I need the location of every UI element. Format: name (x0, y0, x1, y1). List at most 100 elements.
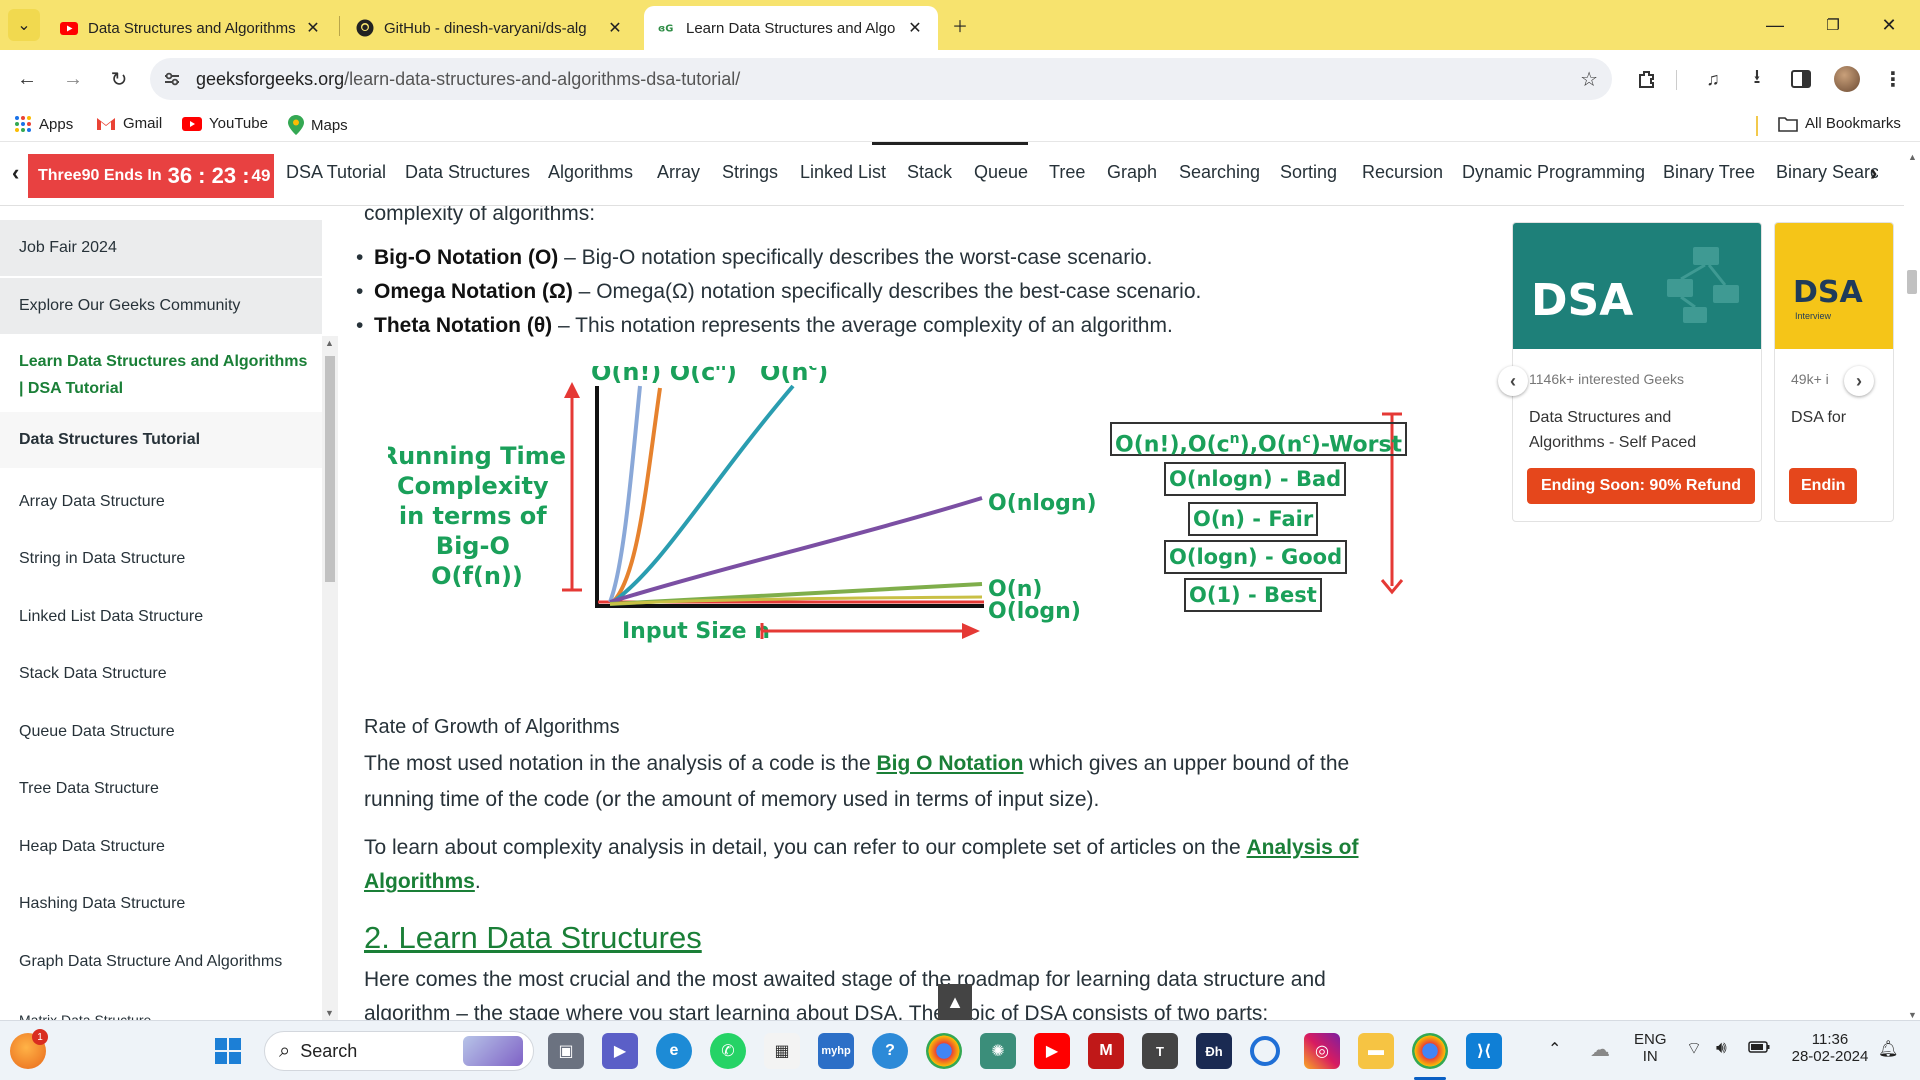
bookmark-maps[interactable]: Maps (288, 115, 348, 135)
nav-scroll-right-icon[interactable]: › (1870, 160, 1877, 186)
extensions-icon[interactable] (1632, 64, 1662, 94)
store-icon[interactable]: ▦ (764, 1033, 800, 1069)
nav-scroll-left-icon[interactable]: ‹ (12, 160, 19, 186)
bookmark-youtube[interactable]: YouTube (182, 115, 268, 132)
file-explorer-icon[interactable]: ▬ (1358, 1033, 1394, 1069)
all-bookmarks-button[interactable]: All Bookmarks (1778, 115, 1901, 132)
sidebar-item-queue[interactable]: Queue Data Structure (0, 704, 322, 760)
nav-item[interactable]: Linked List (800, 162, 886, 183)
clock[interactable]: 11:36 28-02-2024 (1782, 1031, 1878, 1065)
bookmark-star-icon[interactable]: ☆ (1580, 67, 1598, 92)
chrome-profile-icon[interactable] (1412, 1033, 1448, 1069)
nav-item[interactable]: DSA Tutorial (286, 162, 386, 183)
start-windows-icon[interactable] (210, 1033, 246, 1069)
nav-item[interactable]: Array (657, 162, 700, 183)
enroll-button[interactable]: Ending Soon: 90% Refund (1527, 468, 1755, 504)
tab-gfg-active[interactable]: ɞG Learn Data Structures and Algo ✕ (644, 6, 938, 50)
bookmark-gmail[interactable]: Gmail (96, 115, 162, 132)
sidebar-item-data-structures-tutorial[interactable]: Data Structures Tutorial (0, 412, 322, 468)
page-scroll-down-icon[interactable]: ▼ (1908, 1010, 1917, 1020)
sidebar-item-array[interactable]: Array Data Structure (0, 474, 322, 530)
nav-item[interactable]: Tree (1049, 162, 1085, 183)
nav-item[interactable]: Strings (722, 162, 778, 183)
sidebar-item-heap[interactable]: Heap Data Structure (0, 819, 322, 875)
cortana-icon[interactable] (1250, 1036, 1280, 1066)
menu-kebab-icon[interactable]: ⋮ (1878, 64, 1908, 94)
myhp-icon[interactable]: myhp (818, 1033, 854, 1069)
notification-bell-icon[interactable]: 🔔︎ (1878, 1039, 1898, 1059)
page-scroll-up-icon[interactable]: ▲ (1908, 152, 1917, 162)
enroll-button[interactable]: Endin (1789, 468, 1858, 504)
bookmark-apps[interactable]: Apps (14, 115, 73, 133)
course-card-dsa-interview[interactable]: DSA Interview 49k+ i DSA for Endin (1774, 222, 1894, 522)
forward-icon[interactable]: → (58, 64, 88, 94)
typora-icon[interactable]: T (1142, 1033, 1178, 1069)
close-window-icon[interactable]: ✕ (1866, 0, 1912, 50)
help-icon[interactable]: ? (872, 1033, 908, 1069)
mcafee-icon[interactable]: M (1088, 1033, 1124, 1069)
nav-item[interactable]: Recursion (1362, 162, 1443, 183)
sidebar-item-matrix[interactable]: Matrix Data Structure (0, 992, 322, 1020)
tray-overflow-icon[interactable]: ⌃ (1548, 1039, 1561, 1059)
site-info-icon[interactable] (162, 69, 182, 89)
vscode-icon[interactable]: ⟩⟨ (1466, 1033, 1502, 1069)
nav-item[interactable]: Binary Searc (1776, 162, 1878, 183)
nav-item[interactable]: Queue (974, 162, 1028, 183)
carousel-next-icon[interactable]: › (1844, 366, 1874, 396)
scroll-up-arrow-icon[interactable]: ▲ (325, 338, 334, 348)
sidebar-item-community[interactable]: Explore Our Geeks Community (0, 278, 322, 334)
taskbar-search[interactable]: ⌕ Search (264, 1031, 534, 1071)
chatgpt-icon[interactable]: ✺ (980, 1033, 1016, 1069)
tab-github[interactable]: GitHub - dinesh-varyani/ds-alg ✕ (342, 6, 638, 50)
nav-item[interactable]: Sorting (1280, 162, 1337, 183)
volume-icon[interactable]: 🔊︎ (1716, 1038, 1727, 1058)
sidebar-item-tree[interactable]: Tree Data Structure (0, 761, 322, 817)
sidebar-item-linked-list[interactable]: Linked List Data Structure (0, 589, 322, 645)
three90-promo-banner[interactable]: Three90 Ends In 36 : 23 : 49 (28, 154, 274, 198)
reload-icon[interactable]: ↻ (104, 64, 134, 94)
sidebar-item-string[interactable]: String in Data Structure (0, 531, 322, 587)
battery-icon[interactable] (1748, 1040, 1770, 1057)
sidebar-item-dsa-tutorial[interactable]: Learn Data Structures and Algorithms | D… (0, 344, 318, 406)
sidebar-item-graph[interactable]: Graph Data Structure And Algorithms (0, 934, 322, 990)
wifi-icon[interactable]: ⌔ (1686, 1038, 1702, 1059)
language-indicator[interactable]: ENG IN (1634, 1031, 1667, 1065)
side-panel-icon[interactable] (1786, 64, 1816, 94)
teams-icon[interactable]: ▶ (602, 1033, 638, 1069)
instagram-icon[interactable]: ◎ (1304, 1033, 1340, 1069)
back-to-top-button[interactable]: ▲ (938, 984, 972, 1020)
minimize-icon[interactable]: — (1752, 0, 1798, 50)
nav-item[interactable]: Data Structures (405, 162, 530, 183)
link-analysis-of-algorithms[interactable]: Analysis of (1246, 836, 1358, 859)
close-tab-icon[interactable]: ✕ (304, 18, 322, 38)
sidebar-scrollbar-thumb[interactable] (325, 356, 335, 582)
link-big-o-notation[interactable]: Big O Notation (876, 752, 1023, 775)
nav-item[interactable]: Algorithms (548, 162, 633, 183)
sidebar-scrollbar[interactable]: ▲ ▼ (322, 336, 338, 1020)
task-view-icon[interactable]: ▣ (548, 1033, 584, 1069)
close-tab-icon[interactable]: ✕ (606, 18, 624, 38)
restore-icon[interactable]: ❐ (1810, 0, 1856, 50)
address-bar[interactable]: geeksforgeeks.org/learn-data-structures-… (150, 58, 1612, 100)
heading-learn-data-structures[interactable]: 2. Learn Data Structures (364, 920, 702, 956)
page-scrollbar-thumb[interactable] (1907, 270, 1917, 294)
tab-search-button[interactable]: ⌄ (8, 9, 40, 41)
link-analysis-of-algorithms-2[interactable]: Algorithms (364, 870, 475, 893)
carousel-prev-icon[interactable]: ‹ (1498, 366, 1528, 396)
nav-item[interactable]: Binary Tree (1663, 162, 1755, 183)
youtube-app-icon[interactable]: ▶ (1034, 1033, 1070, 1069)
course-card-dsa-self-paced[interactable]: DSA 1146k+ interested Geeks Data Structu… (1512, 222, 1762, 522)
tab-youtube[interactable]: Data Structures and Algorithms ✕ (46, 6, 336, 50)
onedrive-icon[interactable]: ☁ (1590, 1037, 1610, 1062)
nav-item[interactable]: Dynamic Programming (1462, 162, 1645, 183)
chrome-icon[interactable] (926, 1033, 962, 1069)
back-icon[interactable]: ← (12, 64, 42, 94)
nav-item[interactable]: Graph (1107, 162, 1157, 183)
nav-item[interactable]: Searching (1179, 162, 1260, 183)
download-icon[interactable]: ⭳ (1742, 64, 1772, 94)
sidebar-item-stack[interactable]: Stack Data Structure (0, 646, 322, 702)
scroll-down-arrow-icon[interactable]: ▼ (325, 1008, 334, 1018)
nav-item[interactable]: Stack (907, 162, 952, 183)
sidebar-item-job-fair[interactable]: Job Fair 2024 (0, 220, 322, 276)
close-tab-icon[interactable]: ✕ (906, 18, 924, 38)
